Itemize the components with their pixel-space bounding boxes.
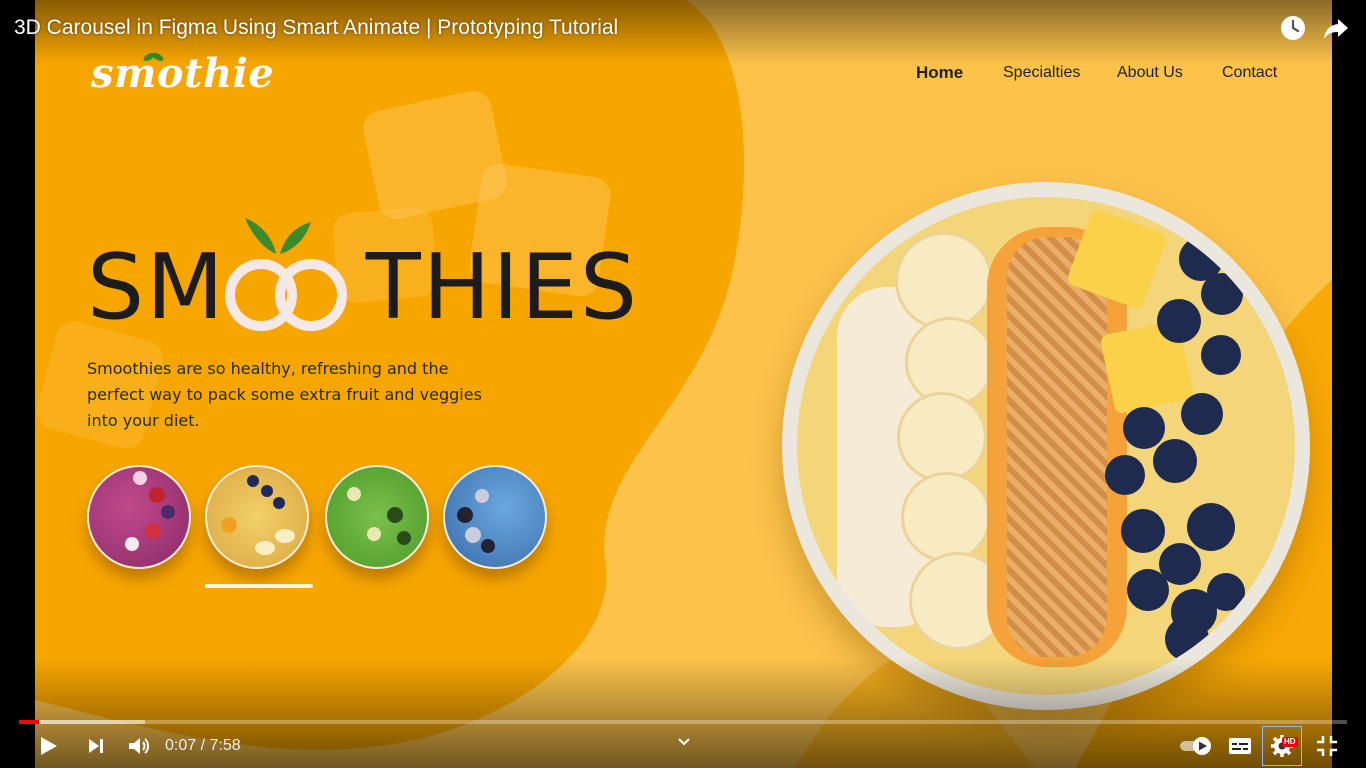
next-icon[interactable] xyxy=(83,733,109,759)
exit-fullscreen-icon[interactable] xyxy=(1314,733,1340,759)
video-frame[interactable]: smothie Home Specialties About Us Contac… xyxy=(35,0,1332,768)
hd-badge: HD xyxy=(1282,737,1298,747)
nav-contact[interactable]: Contact xyxy=(1222,64,1277,82)
volume-icon[interactable] xyxy=(126,733,152,759)
played-bar xyxy=(19,720,39,724)
hero-title-right: THIES xyxy=(365,235,639,340)
thumb-berry-bowl[interactable] xyxy=(87,465,191,569)
share-icon[interactable] xyxy=(1322,14,1350,42)
time-display: 0:07 / 7:58 xyxy=(165,737,241,754)
nav-about-us[interactable]: About Us xyxy=(1117,64,1183,82)
hero-title-left: SM xyxy=(87,235,226,340)
captions-icon[interactable] xyxy=(1227,733,1253,759)
progress-bar[interactable] xyxy=(19,720,1347,724)
nav-home[interactable]: Home xyxy=(916,63,963,83)
chevron-down-icon[interactable] xyxy=(671,729,697,755)
autoplay-toggle-icon[interactable] xyxy=(1178,733,1214,759)
thumb-mango-banana-bowl[interactable] xyxy=(205,465,309,569)
play-icon[interactable] xyxy=(35,733,61,759)
smoothie-bowl-fill xyxy=(797,197,1295,695)
nav-specialties[interactable]: Specialties xyxy=(1003,64,1080,82)
clock-icon[interactable] xyxy=(1279,14,1307,42)
title-rings-icon xyxy=(225,259,347,331)
carousel-active-indicator xyxy=(205,584,313,588)
thumb-green-kiwi-bowl[interactable] xyxy=(325,465,429,569)
video-player[interactable]: smothie Home Specialties About Us Contac… xyxy=(0,0,1366,768)
thumb-blue-berry-bowl[interactable] xyxy=(443,465,547,569)
hero-description: Smoothies are so healthy, refreshing and… xyxy=(87,359,482,430)
video-title[interactable]: 3D Carousel in Figma Using Smart Animate… xyxy=(14,16,618,40)
